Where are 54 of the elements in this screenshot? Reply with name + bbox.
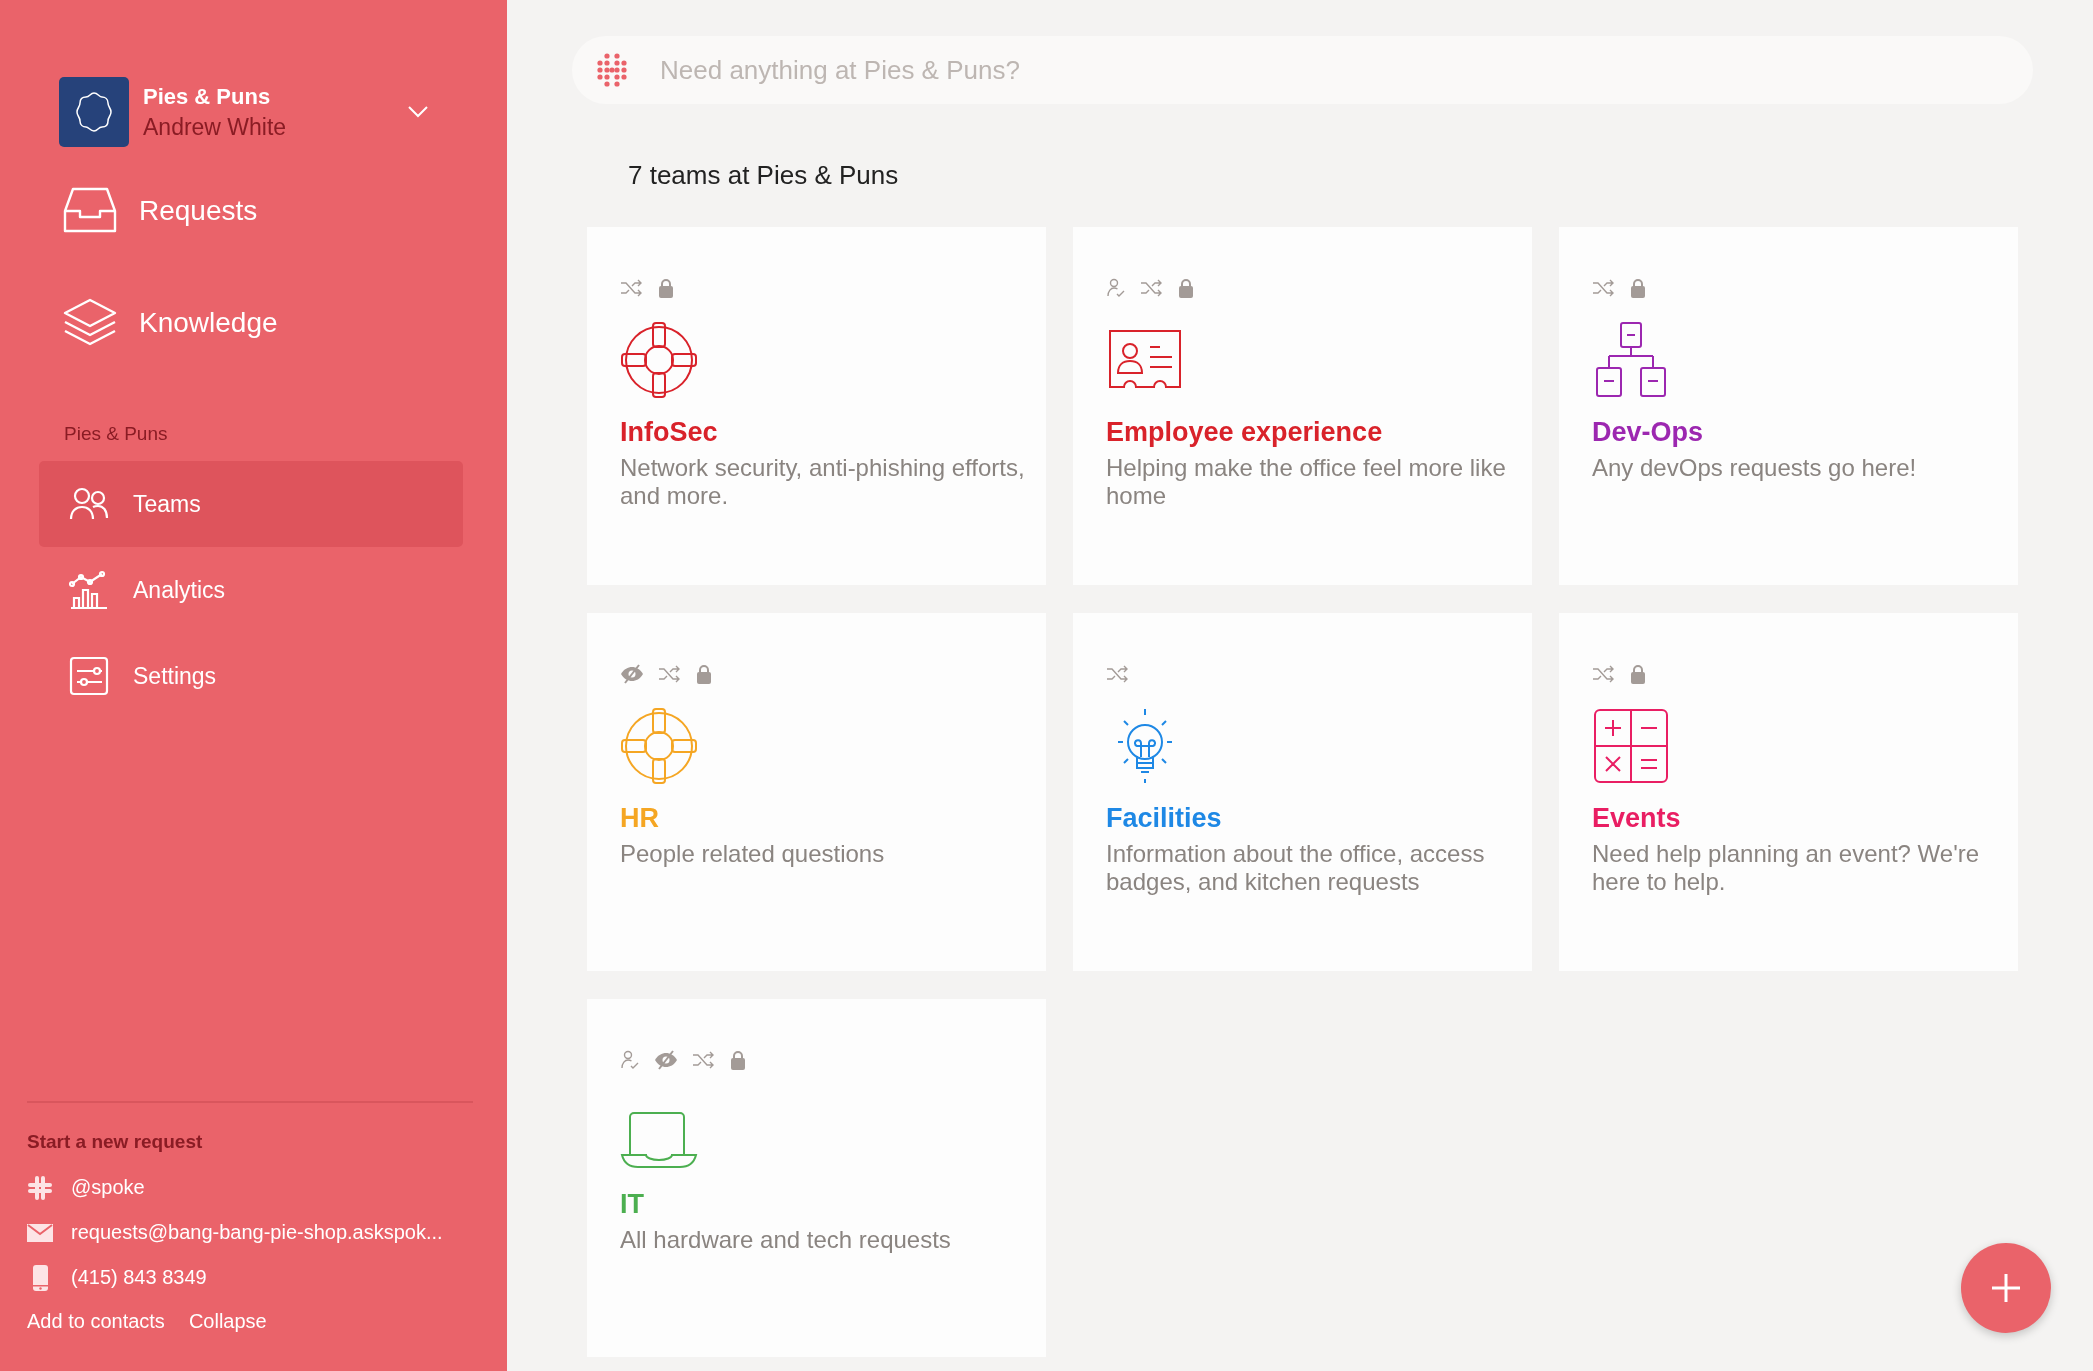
org-name: Pies & Puns [143,83,272,110]
chevron-down-icon [407,105,429,119]
nav-item[interactable]: Knowledge [63,293,507,353]
contact-text[interactable]: (415) 843 8349 [71,1266,207,1289]
team-name: Dev-Ops [1592,417,1705,448]
nav-item[interactable]: Settings [39,633,463,719]
team-card[interactable]: InfoSec Network security, anti-phishing efforts, and more. [587,227,1046,585]
layers-icon [63,298,117,348]
laptop-icon [620,1111,698,1171]
envelope-icon [27,1223,53,1242]
plus-icon [1990,1272,2022,1304]
analytics-icon [69,570,109,610]
search-input[interactable]: Need anything at Pies & Puns? [658,53,2011,87]
team-name: Events [1592,803,1682,834]
add-button[interactable] [1961,1243,2051,1333]
hash-icon [27,1174,53,1201]
team-description: All hardware and tech requests [620,1226,952,1254]
calculator-icon [1592,707,1670,785]
dots-logo-icon [594,52,630,88]
team-description: People related questions [620,840,886,868]
section-label: Pies & Puns [64,423,169,445]
team-name: InfoSec [620,417,719,448]
search-field[interactable]: Need anything at Pies & Puns? [572,36,2033,104]
people-icon [69,487,109,521]
footer-link[interactable]: Add to contacts [27,1310,165,1333]
team-name: Employee experience [1106,417,1384,448]
team-card[interactable]: Events Need help planning an event? We're here to help. [1559,613,2018,971]
team-description: Need help planning an event? We're here to help. [1592,840,1981,896]
team-description: Any devOps requests go here! [1592,454,1918,482]
team-description: Helping make the office feel more like home [1106,454,1507,510]
user-name: Andrew White [143,113,288,141]
team-card[interactable]: HR People related questions [587,613,1046,971]
footer-link[interactable]: Collapse [188,1310,267,1333]
team-name: Facilities [1106,803,1223,834]
org-switcher[interactable]: Pies & Puns Andrew White [59,77,439,147]
team-card[interactable]: Employee experience Helping make the office feel more like home [1073,227,1532,585]
nav-item[interactable]: Analytics [39,547,463,633]
lifebuoy-icon [620,707,698,785]
nav-item[interactable]: Teams [39,461,463,547]
team-description: Network security, anti-phishing efforts, and more. [620,454,1026,510]
contact-text[interactable]: @spoke [71,1176,145,1199]
footer-title: Start a new request [27,1131,204,1153]
contact-text[interactable]: requests@bang-bang-pie-shop.askspok... [71,1221,443,1244]
team-card[interactable]: Facilities Information about the office, access badges, and kitchen requests [1073,613,1532,971]
team-name: IT [620,1189,645,1220]
team-card[interactable]: Dev-Ops Any devOps requests go here! [1559,227,2018,585]
team-card[interactable]: IT All hardware and tech requests [587,999,1046,1357]
team-name: HR [620,803,660,834]
teams-heading: 7 teams at Pies & Puns [628,160,900,191]
team-description: Information about the office, access badges, and kitchen requests [1106,840,1486,896]
lifebuoy-icon [620,321,698,399]
settings-icon [69,656,109,696]
nav-item[interactable]: Requests [63,181,507,241]
inbox-icon [63,187,117,235]
